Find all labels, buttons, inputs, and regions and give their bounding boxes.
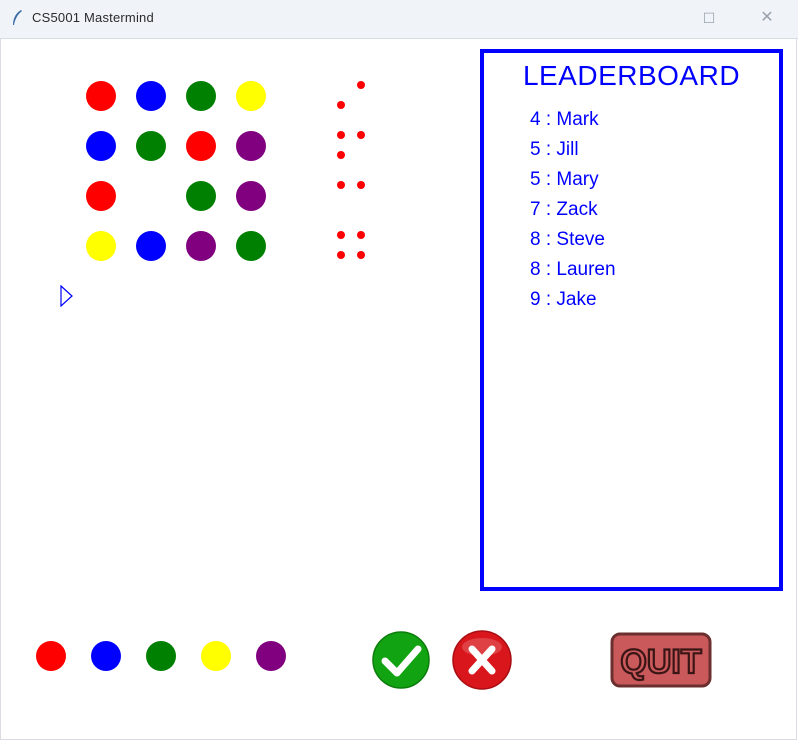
feedback-peg — [357, 181, 365, 189]
guess-peg — [186, 81, 216, 111]
close-button[interactable]: ✕ — [754, 6, 780, 30]
feedback-peg — [337, 251, 345, 259]
maximize-button[interactable]: ☐ — [696, 6, 722, 30]
guess-peg — [186, 231, 216, 261]
color-choice-purple[interactable] — [256, 641, 286, 671]
guess-peg — [86, 81, 116, 111]
x-icon[interactable] — [452, 630, 512, 690]
quit-label: QUIT — [620, 643, 701, 681]
leaderboard-entry: 4 : Mark — [530, 109, 599, 130]
guess-peg — [186, 131, 216, 161]
feedback-peg — [337, 151, 345, 159]
quit-button-graphic: QUIT — [610, 632, 712, 688]
feedback-peg — [337, 231, 345, 239]
guess-peg — [86, 181, 116, 211]
guess-peg — [236, 231, 266, 261]
leaderboard-title: LEADERBOARD — [522, 60, 741, 91]
feedback-peg — [357, 81, 365, 89]
guess-peg — [236, 181, 266, 211]
title-bar: CS5001 Mastermind ☐ ✕ — [0, 0, 798, 39]
feedback-peg — [357, 251, 365, 259]
current-row-pointer-icon — [60, 285, 73, 307]
guess-peg — [136, 131, 166, 161]
guess-peg — [236, 81, 266, 111]
color-choice-green[interactable] — [146, 641, 176, 671]
leaderboard-panel: LEADERBOARD 4 : Mark 5 : Jill 5 : Mary 7… — [480, 49, 783, 591]
feedback-peg — [337, 101, 345, 109]
color-choice-blue[interactable] — [91, 641, 121, 671]
guess-peg — [86, 131, 116, 161]
leaderboard-entry: 8 : Steve — [530, 229, 605, 250]
color-choice-yellow[interactable] — [201, 641, 231, 671]
guess-peg — [236, 131, 266, 161]
leaderboard-entry: 9 : Jake — [530, 289, 597, 310]
check-icon[interactable] — [372, 631, 430, 689]
leaderboard-entry: 5 : Jill — [530, 139, 579, 160]
color-choice-red[interactable] — [36, 641, 66, 671]
leaderboard-entry: 5 : Mary — [530, 169, 599, 190]
feedback-peg — [357, 131, 365, 139]
feedback-peg — [337, 181, 345, 189]
guess-peg — [136, 231, 166, 261]
guess-peg — [86, 231, 116, 261]
window-title: CS5001 Mastermind — [32, 10, 154, 25]
feedback-peg — [357, 231, 365, 239]
feedback-peg — [337, 131, 345, 139]
guess-peg — [136, 81, 166, 111]
feather-icon — [13, 10, 22, 25]
leaderboard-entry: 8 : Lauren — [530, 259, 616, 280]
quit-button[interactable]: QUIT — [610, 632, 712, 688]
leaderboard-entry: 7 : Zack — [530, 199, 598, 220]
guess-peg — [186, 181, 216, 211]
